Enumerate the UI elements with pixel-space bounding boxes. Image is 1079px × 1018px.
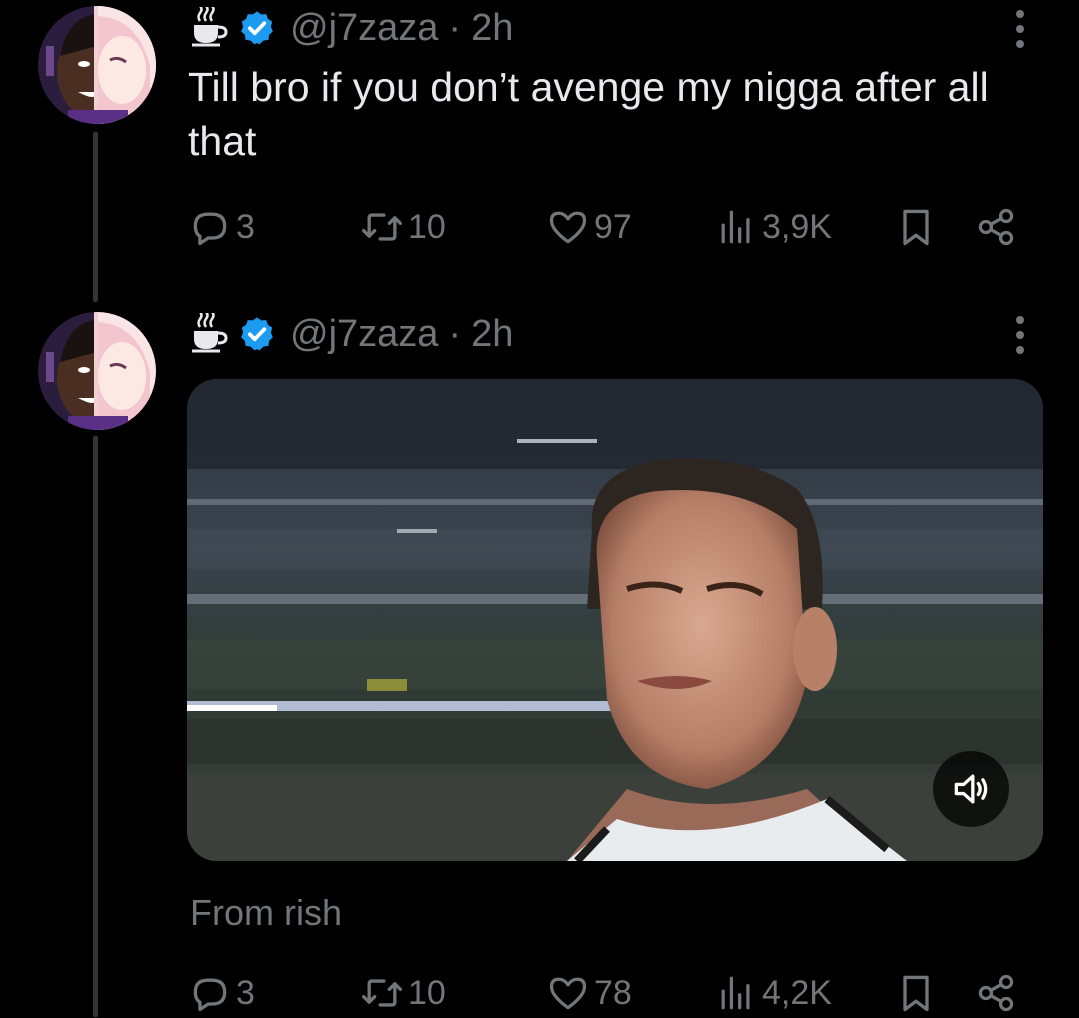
like-button[interactable]: 97	[546, 202, 632, 252]
avatar[interactable]	[38, 6, 156, 124]
thread-line	[93, 132, 98, 302]
bookmark-button[interactable]	[894, 202, 942, 252]
more-icon[interactable]	[1008, 4, 1032, 54]
views-count: 3,9K	[762, 207, 832, 246]
like-count: 78	[594, 973, 632, 1012]
timestamp[interactable]: 2h	[471, 313, 513, 356]
user-handle[interactable]: @j7zaza	[290, 7, 438, 50]
reply-button[interactable]: 3	[188, 202, 255, 252]
reply-icon	[193, 978, 227, 1012]
action-bar: 3 10 97 3,9K	[188, 202, 1038, 252]
thread-line	[93, 436, 98, 1017]
timestamp[interactable]: 2h	[471, 7, 513, 50]
retweet-count: 10	[408, 973, 446, 1012]
share-icon	[978, 208, 1014, 246]
retweet-count: 10	[408, 207, 446, 246]
tweet-header: @j7zaza · 2h	[188, 308, 513, 360]
tweet-text: Till bro if you don’t avenge my nigga af…	[188, 64, 989, 164]
volume-button[interactable]	[933, 751, 1009, 827]
reply-icon	[193, 212, 227, 246]
video-frame	[187, 379, 1043, 861]
more-icon[interactable]	[1008, 310, 1032, 360]
share-icon	[978, 974, 1014, 1012]
action-bar: 3 10 78 4,2K	[188, 968, 1038, 1018]
reply-button[interactable]: 3	[188, 968, 255, 1018]
retweet-icon	[362, 979, 402, 1007]
retweet-button[interactable]: 10	[360, 202, 446, 252]
views-button[interactable]: 4,2K	[714, 968, 832, 1018]
verified-badge-icon	[241, 317, 273, 351]
share-button[interactable]	[974, 968, 1022, 1018]
avatar[interactable]	[38, 312, 156, 430]
reply-count: 3	[236, 973, 255, 1012]
video-player[interactable]	[187, 379, 1043, 861]
tweet-header: @j7zaza · 2h	[188, 2, 513, 54]
hot-beverage-icon	[192, 7, 228, 47]
volume-icon	[954, 774, 988, 804]
share-button[interactable]	[974, 202, 1022, 252]
heart-icon	[549, 211, 587, 244]
views-icon	[721, 210, 750, 244]
reply-count: 3	[236, 207, 255, 246]
bookmark-icon	[903, 209, 929, 246]
like-count: 97	[594, 207, 632, 246]
views-count: 4,2K	[762, 973, 832, 1012]
heart-icon	[549, 977, 587, 1010]
user-handle[interactable]: @j7zaza	[290, 313, 438, 356]
bookmark-icon	[903, 975, 929, 1012]
hot-beverage-icon	[192, 313, 228, 353]
retweet-button[interactable]: 10	[360, 968, 446, 1018]
retweet-icon	[362, 213, 402, 241]
media-caption: From rish	[190, 892, 342, 933]
views-icon	[721, 976, 750, 1010]
separator-dot: ·	[448, 312, 462, 355]
like-button[interactable]: 78	[546, 968, 632, 1018]
views-button[interactable]: 3,9K	[714, 202, 832, 252]
separator-dot: ·	[448, 6, 462, 49]
bookmark-button[interactable]	[894, 968, 942, 1018]
verified-badge-icon	[241, 11, 273, 45]
